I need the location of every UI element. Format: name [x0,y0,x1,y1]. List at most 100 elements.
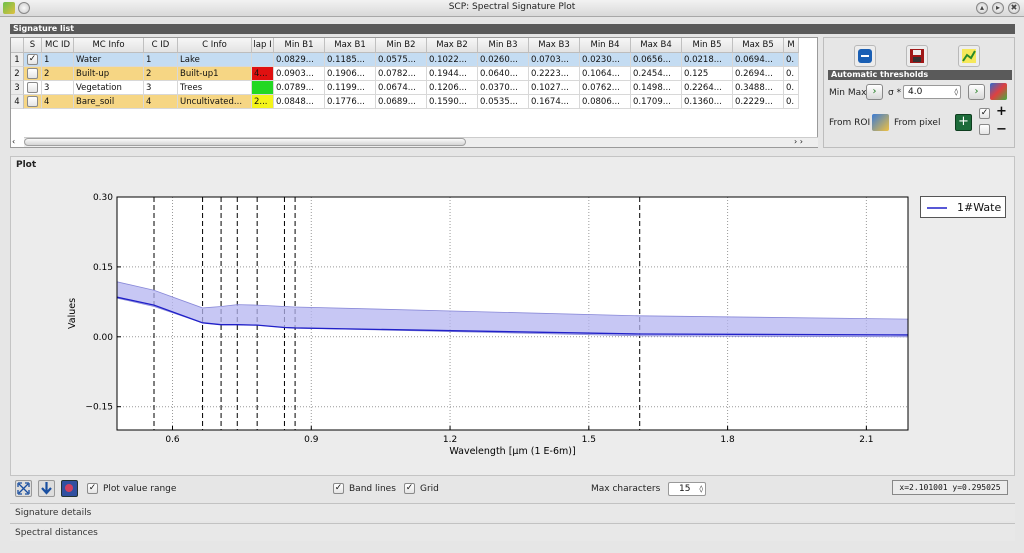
pixel-range-checkbox[interactable] [979,124,990,135]
table-cell[interactable]: 0. [784,95,799,109]
column-header[interactable]: Max B4 [631,38,682,53]
table-cell[interactable]: 2 [42,67,74,81]
row-number[interactable]: 3 [11,81,24,95]
column-header[interactable]: MC ID [42,38,74,53]
table-cell[interactable] [252,53,274,67]
spin-arrows-icon[interactable]: ◊ [700,483,703,495]
signature-checkbox[interactable] [27,96,38,107]
column-header[interactable]: C ID [144,38,178,53]
table-cell[interactable]: 0. [784,67,799,81]
fit-plot-button[interactable] [15,480,32,497]
table-cell[interactable]: 0.0535... [478,95,529,109]
column-header[interactable]: lap I [252,38,274,53]
column-header[interactable]: Max B1 [325,38,376,53]
table-cell[interactable]: Built-up [74,67,144,81]
column-header[interactable]: M [784,38,799,53]
table-cell[interactable]: Vegetation [74,81,144,95]
table-cell[interactable]: 0.1944... [427,67,478,81]
table-cell[interactable]: 4 [42,95,74,109]
table-cell[interactable]: 1 [42,53,74,67]
table-cell[interactable]: 0. [784,81,799,95]
table-cell[interactable]: 0.2694... [733,67,784,81]
table-cell[interactable]: 0.3488... [733,81,784,95]
table-cell[interactable]: 0.1590... [427,95,478,109]
table-cell[interactable]: Water [74,53,144,67]
table-cell[interactable]: 0.0829... [274,53,325,67]
column-header[interactable]: Min B3 [478,38,529,53]
table-cell[interactable]: 0.0782... [376,67,427,81]
spectral-plot[interactable]: 0.6 0.9 1.2 1.5 1.8 2.1 0.30 0.15 0.00 −0.15 Wavel… [15,183,1015,475]
maximize-button[interactable]: ▸ [992,2,1004,14]
table-cell[interactable]: 0.1064... [580,67,631,81]
table-cell[interactable]: 1 [144,53,178,67]
save-button[interactable] [906,45,928,67]
add-icon[interactable]: + [996,104,1007,119]
column-header[interactable]: Min B4 [580,38,631,53]
table-cell[interactable]: 0.1709... [631,95,682,109]
signature-table[interactable]: S MC ID MC Info C ID C Info lap I Min B1 Max B1… [10,37,818,148]
table-cell[interactable]: Trees [178,81,252,95]
table-cell[interactable]: 0.0674... [376,81,427,95]
remove-icon[interactable]: − [996,122,1007,137]
column-header[interactable]: Max B5 [733,38,784,53]
signature-checkbox[interactable] [27,82,38,93]
row-number[interactable]: 1 [11,53,24,67]
table-cell[interactable]: 0.1498... [631,81,682,95]
scrollbar-thumb[interactable] [24,138,466,146]
table-cell[interactable]: 0.1776... [325,95,376,109]
table-cell[interactable]: 0.0218... [682,53,733,67]
table-cell[interactable]: 0.1027... [529,81,580,95]
table-cell[interactable]: Lake [178,53,252,67]
column-header[interactable]: Max B2 [427,38,478,53]
remove-signature-button[interactable] [854,45,876,67]
column-header[interactable]: Min B5 [682,38,733,53]
table-cell[interactable]: 0.0230... [580,53,631,67]
table-cell[interactable]: 2 [144,67,178,81]
table-cell[interactable]: 0.1674... [529,95,580,109]
table-cell[interactable]: 0.2223... [529,67,580,81]
table-cell[interactable]: 0.0789... [274,81,325,95]
multiplicative-threshold-icon[interactable] [990,83,1007,100]
table-cell[interactable]: Built-up1 [178,67,252,81]
table-cell[interactable]: 4... [252,67,274,81]
pixel-threshold-checkbox[interactable]: ✓ [979,108,990,119]
max-characters-spinbox[interactable]: 15 ◊ [668,482,706,496]
table-cell[interactable]: 0.0703... [529,53,580,67]
table-cell[interactable]: 0.0260... [478,53,529,67]
table-cell[interactable]: 0.0762... [580,81,631,95]
table-cell[interactable]: 0.1360... [682,95,733,109]
table-cell[interactable]: 0.0806... [580,95,631,109]
from-pixel-button[interactable]: + [955,114,972,131]
table-cell[interactable]: 0.0640... [478,67,529,81]
sigma-spinbox[interactable]: 4.0 ◊ [903,85,961,99]
plot-settings-button[interactable] [61,480,78,497]
table-cell[interactable]: 0.0689... [376,95,427,109]
table-cell[interactable]: 0.125 [682,67,733,81]
row-number[interactable]: 4 [11,95,24,109]
roi-threshold-icon[interactable] [872,114,889,131]
column-header[interactable]: MC Info [74,38,144,53]
table-cell[interactable]: 0.1199... [325,81,376,95]
column-header[interactable]: Min B2 [376,38,427,53]
spin-arrows-icon[interactable]: ◊ [955,86,958,98]
table-cell[interactable]: 0.0848... [274,95,325,109]
table-cell[interactable]: 3 [42,81,74,95]
minimize-button[interactable]: ▴ [976,2,988,14]
table-cell[interactable]: 0.2264... [682,81,733,95]
table-cell[interactable]: 0.2454... [631,67,682,81]
table-cell[interactable]: 0.0903... [274,67,325,81]
column-header[interactable]: Max B3 [529,38,580,53]
scroll-left-icon[interactable]: ‹ [12,137,15,146]
min-max-apply-button[interactable]: › [866,84,883,100]
table-cell[interactable]: 2... [252,95,274,109]
table-cell[interactable]: 0. [784,53,799,67]
table-cell[interactable]: 0.2229... [733,95,784,109]
table-cell[interactable]: 4 [144,95,178,109]
column-header[interactable]: S [24,38,42,53]
column-header[interactable]: Min B1 [274,38,325,53]
signature-checkbox[interactable] [27,68,38,79]
table-cell[interactable]: 0.0694... [733,53,784,67]
add-to-plot-button[interactable] [958,45,980,67]
signature-checkbox[interactable]: ✓ [27,54,38,65]
signature-details-tab[interactable]: Signature details [10,503,1015,521]
